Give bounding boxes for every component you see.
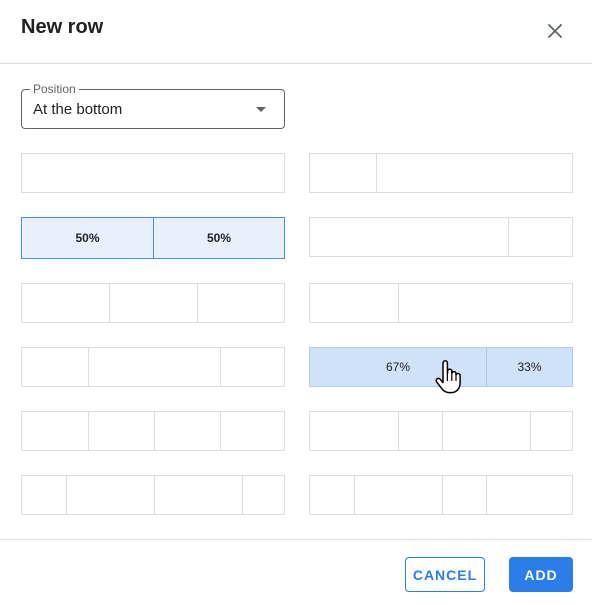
- layout-cell: [22, 154, 284, 192]
- cancel-button[interactable]: CANCEL: [405, 557, 485, 592]
- layout-cell: [22, 284, 109, 322]
- layout-cell: [376, 154, 572, 192]
- layout-1-2-1-2[interactable]: [309, 475, 573, 515]
- layout-cell: [109, 284, 197, 322]
- caret-down-icon: [256, 107, 266, 112]
- layout-cell: [398, 412, 442, 450]
- layout-cell: [88, 412, 154, 450]
- layout-cell: [530, 412, 572, 450]
- layout-cell: [22, 412, 88, 450]
- layout-3-equal[interactable]: [21, 283, 285, 323]
- layout-cell: 33%: [486, 348, 572, 386]
- layout-cell: [508, 218, 572, 256]
- layout-cell: [22, 348, 88, 386]
- layout-cell: [66, 476, 154, 514]
- position-select[interactable]: Position At the bottom: [21, 82, 285, 129]
- layout-50-50[interactable]: 50% 50%: [21, 217, 285, 259]
- layout-cell: [88, 348, 220, 386]
- layout-cell: [242, 476, 284, 514]
- layout-25-75[interactable]: [309, 153, 573, 193]
- layout-cell: 67%: [385, 360, 411, 374]
- layout-cell: [220, 348, 284, 386]
- layout-cell: [154, 412, 220, 450]
- layout-cell: [354, 476, 442, 514]
- position-value: At the bottom: [33, 101, 123, 118]
- new-row-dialog: New row Position At the bottom 50% 50% 6…: [0, 0, 592, 605]
- layout-1-col[interactable]: [21, 153, 285, 193]
- layout-1-2-2-1[interactable]: [21, 475, 285, 515]
- layout-cell: [310, 154, 376, 192]
- layout-cell: 50%: [75, 231, 100, 245]
- add-button[interactable]: ADD: [509, 557, 573, 592]
- layout-cell: 50%: [153, 218, 284, 258]
- layout-33-67[interactable]: [309, 283, 573, 323]
- position-label: Position: [30, 82, 79, 96]
- layout-cell: [22, 476, 66, 514]
- dialog-footer: CANCEL ADD: [0, 539, 592, 605]
- layout-cell: [310, 284, 398, 322]
- dialog-title: New row: [21, 16, 104, 38]
- layout-25-50-25[interactable]: [21, 347, 285, 387]
- layout-cell: [310, 412, 398, 450]
- layout-cell: [154, 476, 242, 514]
- layout-cell: [442, 476, 486, 514]
- layout-4-equal[interactable]: [21, 411, 285, 451]
- layout-cell: [398, 284, 572, 322]
- layout-67-33[interactable]: 67% 33%: [309, 347, 573, 387]
- layout-cell: [310, 476, 354, 514]
- layout-cell: [486, 476, 572, 514]
- close-button[interactable]: [538, 14, 572, 48]
- layout-cell: [197, 284, 284, 322]
- close-icon: [548, 24, 562, 38]
- layout-2-1-2-1[interactable]: [309, 411, 573, 451]
- layout-cell: [310, 218, 508, 256]
- layout-75-25[interactable]: [309, 217, 573, 257]
- layout-cell: [220, 412, 284, 450]
- layout-cell: [442, 412, 530, 450]
- dialog-header: New row: [0, 0, 592, 64]
